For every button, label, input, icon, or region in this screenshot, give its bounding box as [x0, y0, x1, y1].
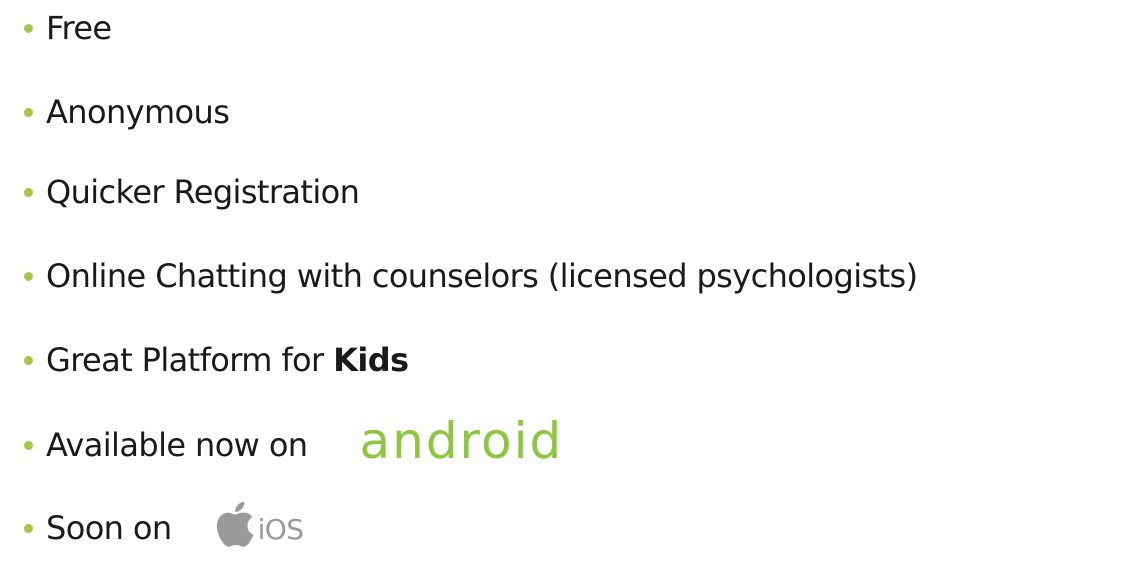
slide: Free Anonymous Quicker Registration Onli…: [0, 0, 1135, 569]
feature-text: Soon on: [46, 509, 172, 547]
bullet-dot: [24, 355, 33, 365]
feature-text: Quicker Registration: [46, 173, 360, 211]
list-item: Free: [24, 8, 112, 48]
list-item: Soon on iOS: [24, 501, 304, 554]
bullet-dot: [24, 523, 33, 533]
list-item: Online Chatting with counselors (license…: [24, 256, 918, 296]
feature-text-bold: Kids: [333, 341, 409, 379]
apple-icon: [216, 501, 253, 547]
feature-text-plain: Great Platform for: [46, 341, 334, 379]
android-logo: android: [359, 412, 564, 470]
ios-logo: iOS: [210, 498, 304, 550]
list-item: Available now on android: [24, 416, 563, 470]
feature-text: Free: [46, 9, 112, 47]
ios-text: iOS: [257, 513, 304, 546]
bullet-dot: [24, 440, 33, 450]
feature-text: Available now on: [46, 426, 308, 464]
bullet-dot: [24, 187, 33, 197]
list-item: Anonymous: [24, 92, 230, 132]
bullet-dot: [24, 107, 33, 117]
feature-text: Great Platform for Kids: [46, 340, 409, 380]
bullet-dot: [24, 271, 33, 281]
feature-text: Online Chatting with counselors (license…: [46, 257, 918, 295]
list-item: Great Platform for Kids: [24, 340, 409, 380]
feature-text: Anonymous: [46, 93, 230, 131]
list-item: Quicker Registration: [24, 172, 360, 212]
bullet-dot: [24, 23, 33, 33]
